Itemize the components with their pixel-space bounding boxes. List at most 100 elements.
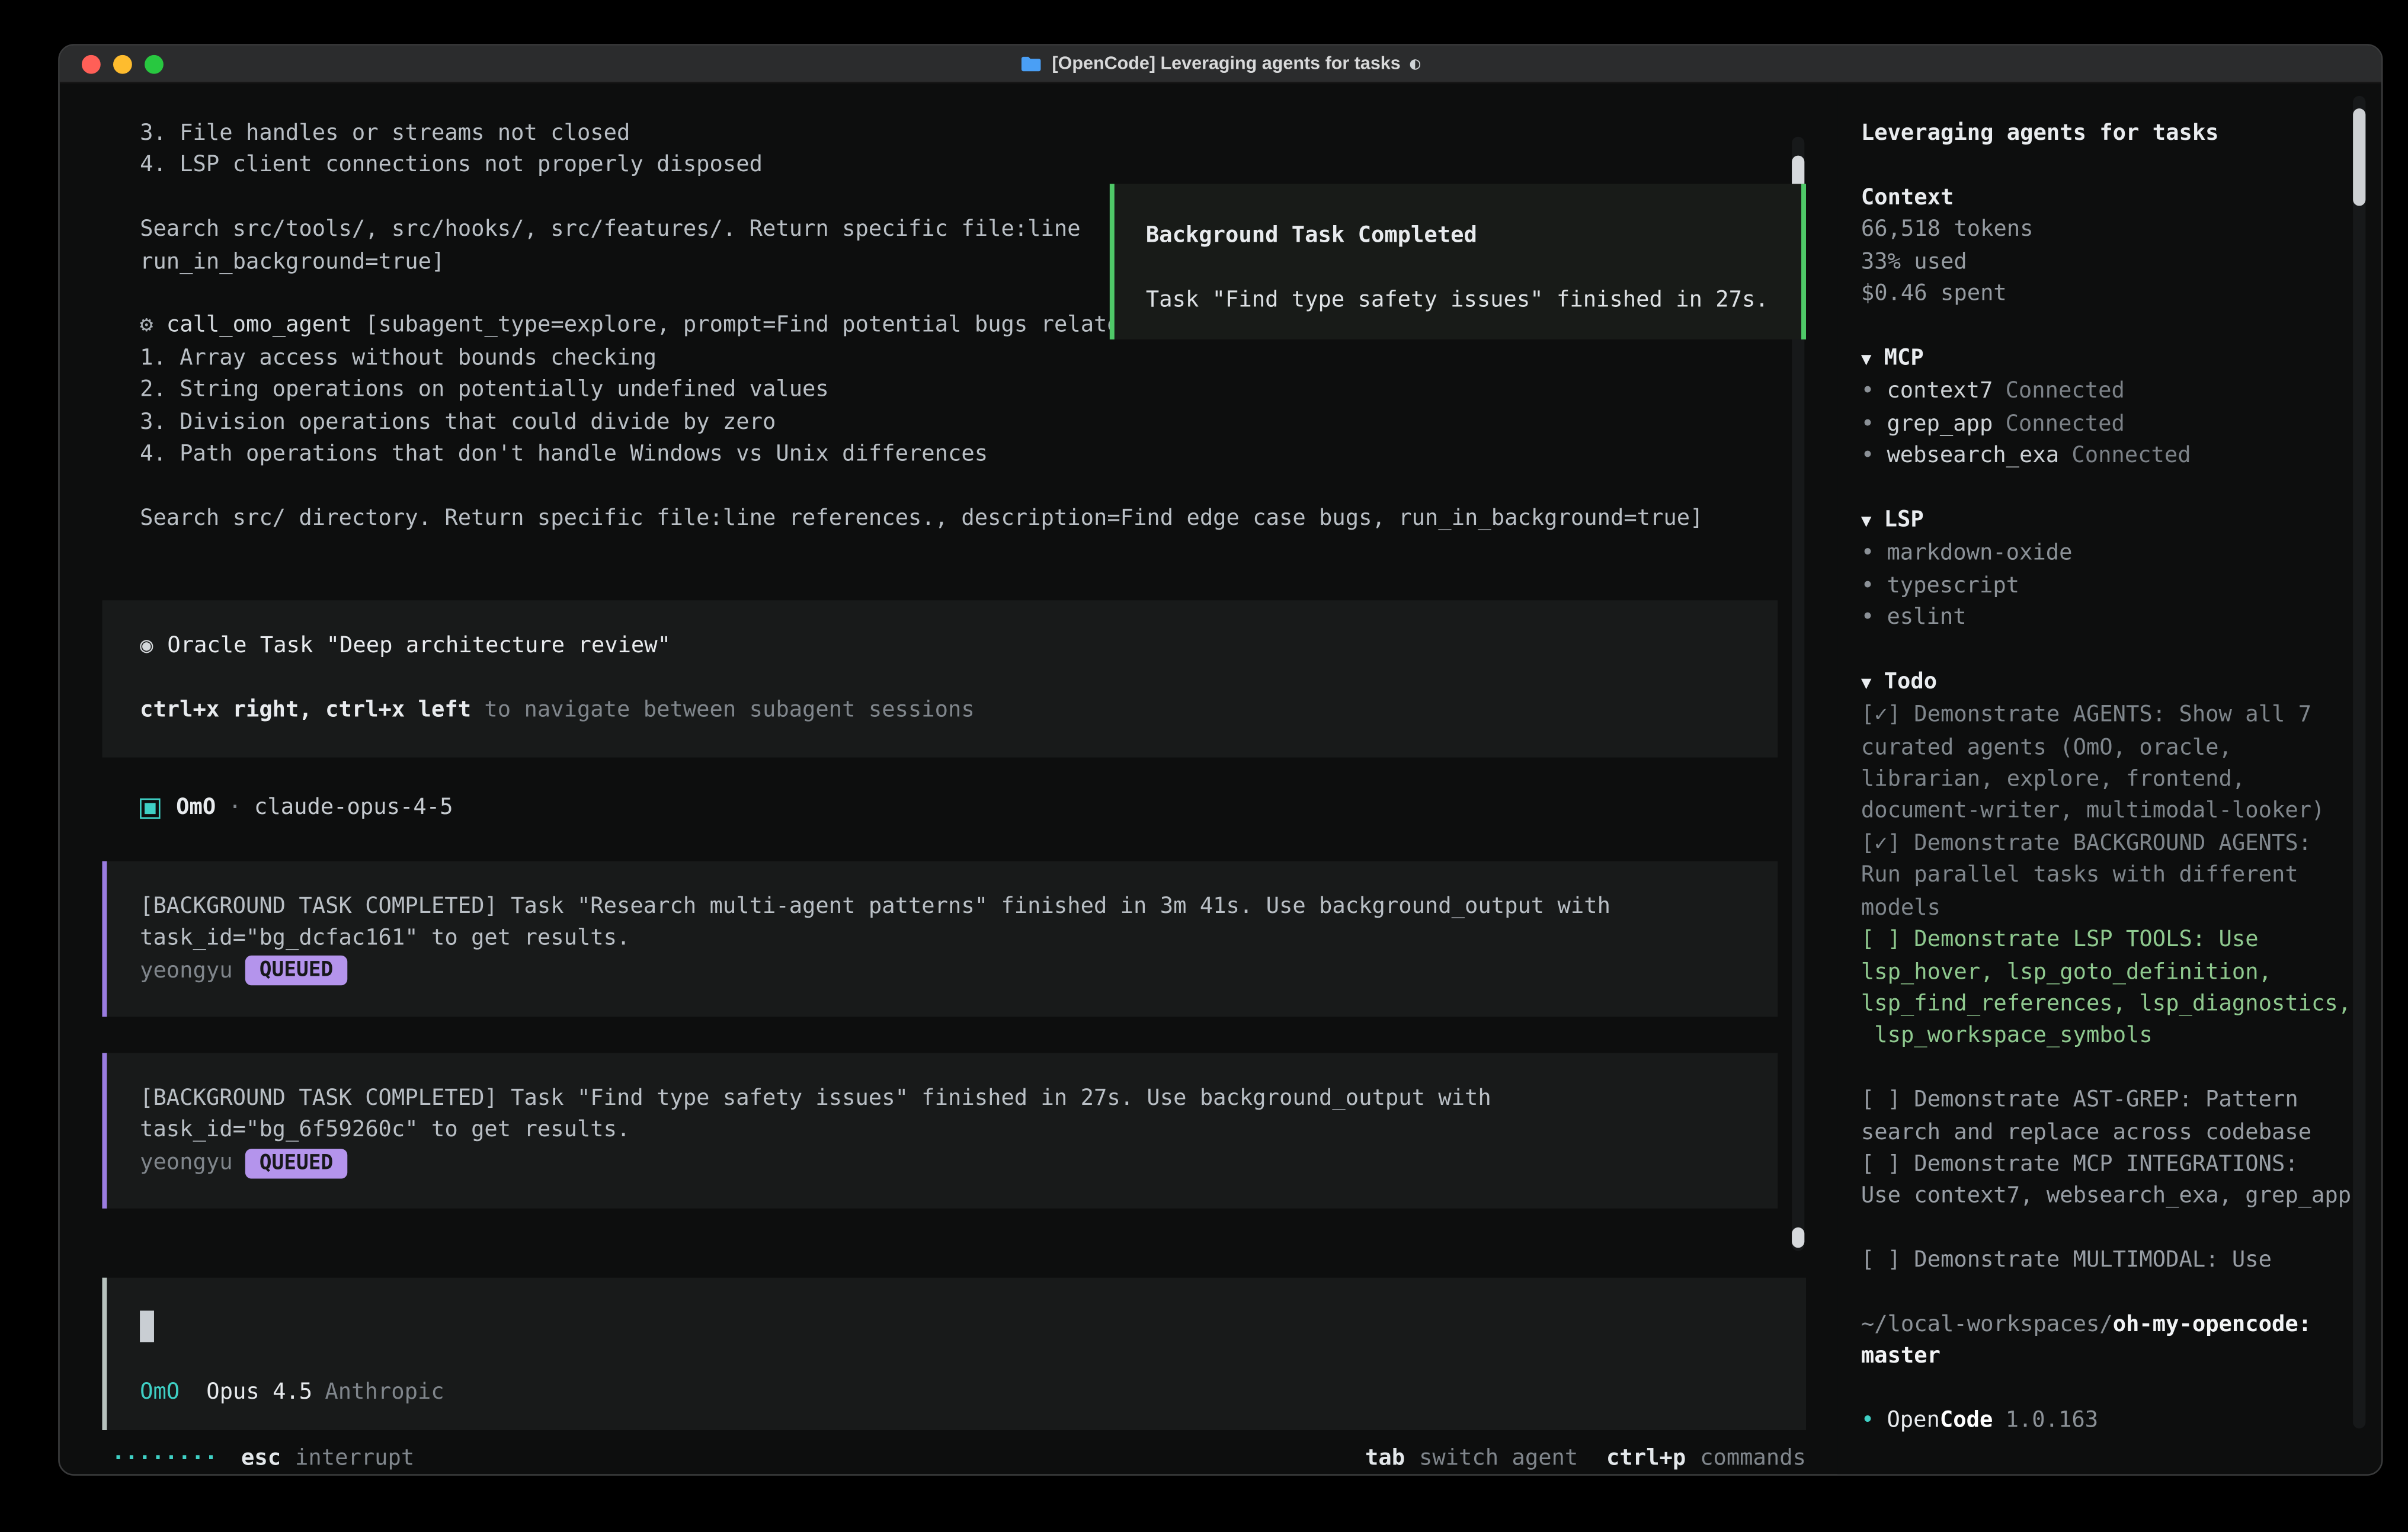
oracle-hint-row: ctrl+x right, ctrl+x left to navigate be… bbox=[140, 695, 1740, 727]
mcp-section-header[interactable]: ▼MCP bbox=[1861, 342, 2355, 376]
context-spent: $0.46 spent bbox=[1861, 278, 2355, 310]
agent-model: claude-opus-4-5 bbox=[254, 793, 453, 825]
ctrlp-key-hint: ctrl+p bbox=[1606, 1443, 1686, 1475]
todo-item-pending: [ ] Demonstrate MCP INTEGRATIONS: Use co… bbox=[1861, 1149, 2355, 1213]
input-agent-label: OmO bbox=[140, 1377, 180, 1409]
prompt-input[interactable]: OmO Opus 4.5 Anthropic bbox=[102, 1278, 1806, 1430]
mcp-item: •context7Connected bbox=[1861, 376, 2355, 408]
toast-title: Background Task Completed bbox=[1146, 220, 1770, 252]
bullet-icon: • bbox=[1861, 379, 1874, 404]
bullet-icon: • bbox=[1861, 411, 1874, 436]
lsp-section-header[interactable]: ▼LSP bbox=[1861, 504, 2355, 538]
toast-body: Task "Find type safety issues" finished … bbox=[1146, 284, 1770, 316]
agent-name: OmO bbox=[176, 793, 216, 825]
status-badge: QUEUED bbox=[245, 1148, 347, 1178]
mcp-item: •websearch_exaConnected bbox=[1861, 440, 2355, 472]
tab-key-label: switch agent bbox=[1419, 1443, 1578, 1475]
chat-line: Search src/ directory. Return specific f… bbox=[102, 502, 1778, 534]
chat-line: 1. Array access without bounds checking bbox=[102, 342, 1778, 374]
shortcut-text: to navigate between subagent sessions bbox=[471, 698, 975, 723]
traffic-lights bbox=[82, 55, 164, 73]
chat-line: 2. String operations on potentially unde… bbox=[102, 374, 1778, 406]
minimize-button[interactable] bbox=[113, 55, 132, 73]
scrollbar-thumb[interactable] bbox=[1792, 1227, 1804, 1248]
mcp-item: •grep_appConnected bbox=[1861, 408, 2355, 440]
bullet-icon: • bbox=[1861, 573, 1874, 598]
ctrlp-key-label: commands bbox=[1700, 1443, 1806, 1475]
bullet-icon: • bbox=[1861, 443, 1874, 468]
message-line: [BACKGROUND TASK COMPLETED] Task "Resear… bbox=[140, 891, 1744, 923]
todo-item-done: [✓] Demonstrate BACKGROUND AGENTS: Run p… bbox=[1861, 828, 2355, 924]
message-footer: yeongyu QUEUED bbox=[140, 955, 1744, 987]
esc-key-hint: esc bbox=[241, 1443, 281, 1475]
esc-key-label: interrupt bbox=[295, 1443, 414, 1475]
tool-name: call_omo_agent bbox=[166, 313, 352, 338]
lsp-item: •markdown-oxide bbox=[1861, 538, 2355, 570]
workspace-branch: master bbox=[1861, 1341, 2355, 1373]
message-card: [BACKGROUND TASK COMPLETED] Task "Find t… bbox=[102, 1053, 1778, 1209]
sidebar-session-title: Leveraging agents for tasks bbox=[1861, 118, 2355, 150]
shortcut-keys: ctrl+x right, ctrl+x left bbox=[140, 698, 471, 723]
session-status-icon: ◐ bbox=[1410, 45, 1421, 83]
oracle-title: Oracle Task "Deep architecture review" bbox=[167, 634, 671, 659]
message-author: yeongyu bbox=[140, 955, 233, 987]
brand-name: Open bbox=[1887, 1408, 1939, 1433]
chat-line: 4. LSP client connections not properly d… bbox=[102, 150, 1778, 182]
notification-toast: Background Task Completed Task "Find typ… bbox=[1110, 184, 1806, 339]
input-provider-label: Anthropic bbox=[325, 1377, 444, 1409]
scrollbar-thumb[interactable] bbox=[2353, 108, 2365, 206]
todo-item-pending: [ ] Demonstrate AST-GREP: Pattern search… bbox=[1861, 1085, 2355, 1149]
bullet-icon: • bbox=[1861, 605, 1874, 630]
app-version: 1.0.163 bbox=[2006, 1408, 2099, 1433]
chat-line: 4. Path operations that don't handle Win… bbox=[102, 438, 1778, 470]
window-title-group: [OpenCode] Leveraging agents for tasks ◐ bbox=[1020, 45, 1420, 83]
todo-item-active: [ ] Demonstrate LSP TOOLS: Use lsp_hover… bbox=[1861, 924, 2355, 1053]
chat-line: 3. Division operations that could divide… bbox=[102, 406, 1778, 438]
message-line: task_id="bg_dcfac161" to get results. bbox=[140, 923, 1744, 955]
message-footer: yeongyu QUEUED bbox=[140, 1147, 1744, 1179]
input-footer: OmO Opus 4.5 Anthropic bbox=[140, 1377, 1773, 1409]
titlebar: [OpenCode] Leveraging agents for tasks ◐ bbox=[60, 46, 2381, 84]
message-card: [BACKGROUND TASK COMPLETED] Task "Resear… bbox=[102, 861, 1778, 1017]
tab-key-hint: tab bbox=[1365, 1443, 1405, 1475]
message-line: [BACKGROUND TASK COMPLETED] Task "Find t… bbox=[140, 1083, 1744, 1115]
brand-name-bold: Code bbox=[1940, 1408, 1993, 1433]
separator-dot: · bbox=[228, 793, 241, 825]
chat-line: 3. File handles or streams not closed bbox=[102, 118, 1778, 150]
zoom-button[interactable] bbox=[145, 55, 164, 73]
context-header: Context bbox=[1861, 182, 2355, 214]
bullet-icon: • bbox=[1861, 1408, 1874, 1433]
todo-item-done: [✓] Demonstrate AGENTS: Show all 7 curat… bbox=[1861, 700, 2355, 828]
todo-section-header[interactable]: ▼Todo bbox=[1861, 666, 2355, 700]
oracle-icon: ◉ bbox=[140, 634, 153, 659]
sidebar-footer: • OpenCode 1.0.163 bbox=[1861, 1405, 2355, 1437]
context-tokens: 66,518 tokens bbox=[1861, 214, 2355, 246]
status-badge: QUEUED bbox=[245, 956, 347, 986]
triangle-down-icon: ▼ bbox=[1861, 672, 1872, 693]
close-button[interactable] bbox=[82, 55, 101, 73]
oracle-title-row: ◉ Oracle Task "Deep architecture review" bbox=[140, 630, 1740, 662]
text-cursor bbox=[140, 1310, 154, 1342]
terminal-window: [OpenCode] Leveraging agents for tasks ◐… bbox=[58, 44, 2383, 1476]
sidebar: Leveraging agents for tasks Context 66,5… bbox=[1837, 85, 2383, 1476]
todo-item-pending: [ ] Demonstrate MULTIMODAL: Use bbox=[1861, 1245, 2355, 1277]
triangle-down-icon: ▼ bbox=[1861, 348, 1872, 368]
lsp-item: •typescript bbox=[1861, 570, 2355, 602]
context-used: 33% used bbox=[1861, 246, 2355, 278]
status-bar: ········ esc interrupt tab switch agent … bbox=[111, 1443, 1806, 1476]
workspace-path: ~/local-workspaces/oh-my-opencode: bbox=[1861, 1309, 2355, 1341]
gear-icon: ⚙ bbox=[140, 313, 153, 338]
message-line: task_id="bg_6f59260c" to get results. bbox=[140, 1115, 1744, 1147]
agent-header: OmO · claude-opus-4-5 bbox=[102, 793, 1778, 825]
oracle-task-panel: ◉Oracle Task "Deep architecture review" … bbox=[102, 601, 1778, 758]
spinner-dots: ········ bbox=[111, 1443, 217, 1475]
main-pane: 3. File handles or streams not closed 4.… bbox=[60, 85, 1837, 1476]
folder-icon bbox=[1020, 55, 1042, 72]
triangle-down-icon: ▼ bbox=[1861, 511, 1872, 531]
window-title: [OpenCode] Leveraging agents for tasks bbox=[1052, 45, 1401, 83]
agent-checkbox-icon bbox=[140, 799, 160, 819]
desktop: [OpenCode] Leveraging agents for tasks ◐… bbox=[0, 0, 2408, 1532]
sidebar-scrollbar[interactable] bbox=[2353, 96, 2365, 1429]
message-author: yeongyu bbox=[140, 1147, 233, 1179]
input-model-label: Opus 4.5 bbox=[206, 1377, 312, 1409]
